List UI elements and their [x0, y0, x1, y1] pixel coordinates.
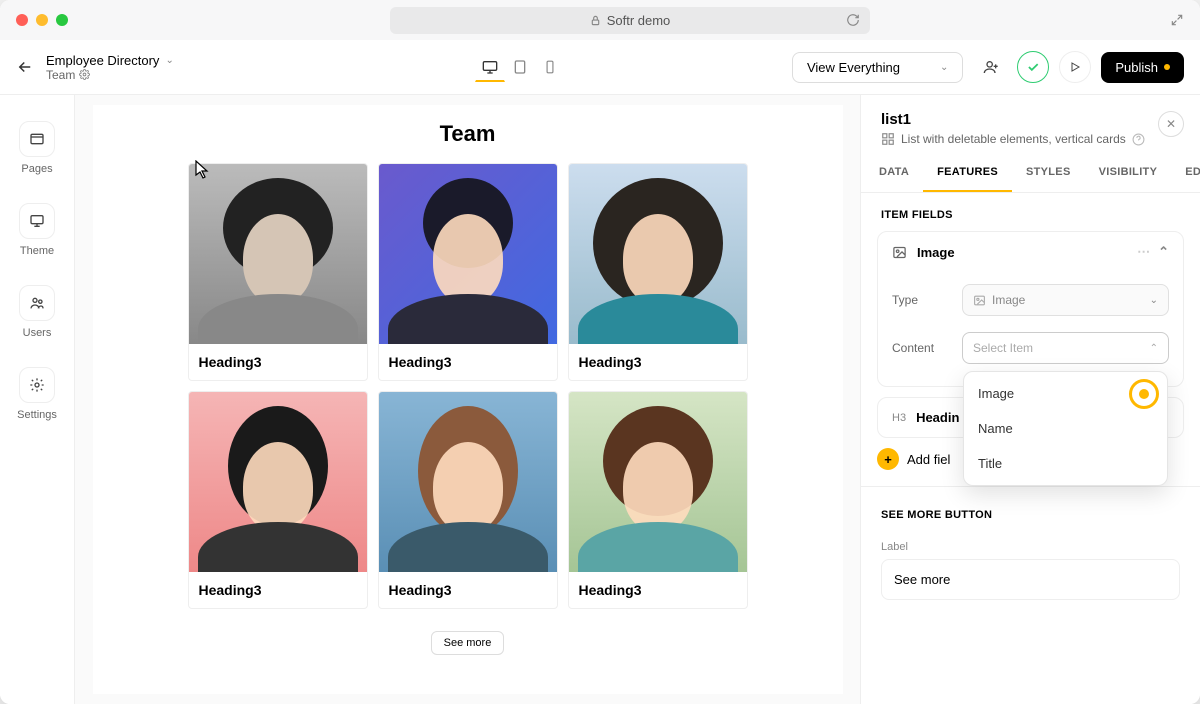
content-label: Content	[892, 341, 962, 355]
window-titlebar: Softr demo	[0, 0, 1200, 40]
field-card-image: Image ⋯ ⌃ Type Image ⌄	[877, 231, 1184, 387]
app-toolbar: Employee Directory ⌄ Team	[0, 40, 1200, 95]
chevron-down-icon: ⌄	[1150, 295, 1158, 306]
type-label: Type	[892, 293, 962, 307]
field-title: Image	[917, 245, 955, 260]
tab-visibility[interactable]: VISIBILITY	[1085, 154, 1172, 192]
tab-edit[interactable]: EDIT	[1171, 154, 1200, 192]
maximize-window-icon[interactable]	[56, 14, 68, 26]
chevron-down-icon: ⌄	[940, 62, 948, 73]
current-page-name[interactable]: Team	[46, 68, 174, 82]
see-more-label-input[interactable]: See more	[881, 559, 1180, 600]
pages-icon	[19, 121, 55, 157]
card-heading: Heading3	[569, 572, 747, 608]
image-icon	[973, 294, 986, 307]
dropdown-option-image[interactable]: Image	[964, 376, 1167, 411]
block-title: Team	[93, 105, 843, 163]
close-window-icon[interactable]	[16, 14, 28, 26]
image-icon	[892, 245, 907, 260]
card-item[interactable]: Heading3	[568, 163, 748, 381]
card-heading: Heading3	[189, 572, 367, 608]
more-icon[interactable]: ⋯	[1137, 244, 1150, 260]
highlight-ring-icon	[1129, 379, 1159, 409]
settings-icon	[19, 367, 55, 403]
collapse-icon[interactable]: ⌃	[1158, 244, 1169, 260]
minimize-window-icon[interactable]	[36, 14, 48, 26]
sidebar-item-settings[interactable]: Settings	[12, 357, 62, 431]
see-more-button[interactable]: See more	[431, 631, 505, 655]
device-desktop-button[interactable]	[475, 52, 505, 82]
expand-icon[interactable]	[1170, 13, 1184, 27]
sidebar-item-theme[interactable]: Theme	[12, 193, 62, 267]
card-item[interactable]: Heading3	[188, 391, 368, 609]
back-button[interactable]	[16, 58, 34, 76]
device-tablet-button[interactable]	[505, 52, 535, 82]
chevron-down-icon: ⌄	[165, 55, 173, 66]
dropdown-option-title[interactable]: Title	[964, 446, 1167, 481]
reload-icon[interactable]	[846, 13, 860, 27]
card-heading: Heading3	[379, 344, 557, 380]
content-select[interactable]: Select Item ⌃ Image Name Title	[962, 332, 1169, 364]
panel-tabs: DATA FEATURES STYLES VISIBILITY EDIT	[861, 154, 1200, 193]
lock-icon	[590, 15, 601, 26]
right-properties-panel: list1 List with deletable elements, vert…	[860, 95, 1200, 704]
dropdown-option-name[interactable]: Name	[964, 411, 1167, 446]
card-heading: Heading3	[379, 572, 557, 608]
content-dropdown: Image Name Title	[963, 371, 1168, 486]
card-item[interactable]: Heading3	[378, 391, 558, 609]
url-text: Softr demo	[607, 13, 671, 28]
view-mode-select[interactable]: View Everything ⌄	[792, 52, 963, 83]
publish-indicator-dot	[1164, 64, 1170, 70]
type-select[interactable]: Image ⌄	[962, 284, 1169, 316]
publish-button[interactable]: Publish	[1101, 52, 1184, 83]
close-panel-button[interactable]: ✕	[1158, 111, 1184, 137]
grid-icon	[881, 132, 895, 146]
traffic-lights	[16, 14, 68, 26]
invite-user-button[interactable]	[975, 51, 1007, 83]
plus-icon: +	[877, 448, 899, 470]
field-title: Headin	[916, 410, 959, 425]
card-heading: Heading3	[189, 344, 367, 380]
browser-url-bar[interactable]: Softr demo	[390, 7, 871, 34]
card-item[interactable]: Heading3	[378, 163, 558, 381]
h3-icon: H3	[892, 412, 906, 424]
tab-data[interactable]: DATA	[865, 154, 923, 192]
block-name: list1	[881, 111, 1180, 128]
tab-features[interactable]: FEATURES	[923, 154, 1012, 192]
card-item[interactable]: Heading3	[568, 391, 748, 609]
gear-icon	[79, 69, 90, 80]
users-icon	[19, 285, 55, 321]
sidebar-item-users[interactable]: Users	[12, 275, 62, 349]
preview-button[interactable]	[1059, 51, 1091, 83]
block-description: List with deletable elements, vertical c…	[901, 132, 1126, 146]
tab-styles[interactable]: STYLES	[1012, 154, 1085, 192]
device-mobile-button[interactable]	[535, 52, 565, 82]
help-icon[interactable]	[1132, 133, 1145, 146]
card-heading: Heading3	[569, 344, 747, 380]
section-see-more: SEE MORE BUTTON	[861, 493, 1200, 531]
card-item[interactable]: Heading3	[188, 163, 368, 381]
sidebar-item-pages[interactable]: Pages	[12, 111, 62, 185]
project-name[interactable]: Employee Directory ⌄	[46, 53, 174, 68]
section-item-fields: ITEM FIELDS	[861, 193, 1200, 231]
label-caption: Label	[881, 541, 1180, 553]
theme-icon	[19, 203, 55, 239]
left-sidebar: Pages Theme Users Settings	[0, 95, 75, 704]
canvas-area[interactable]: Team Heading3 Heading3 Heading3 Heading3…	[75, 95, 860, 704]
status-check-icon[interactable]	[1017, 51, 1049, 83]
chevron-up-icon: ⌃	[1150, 343, 1158, 354]
